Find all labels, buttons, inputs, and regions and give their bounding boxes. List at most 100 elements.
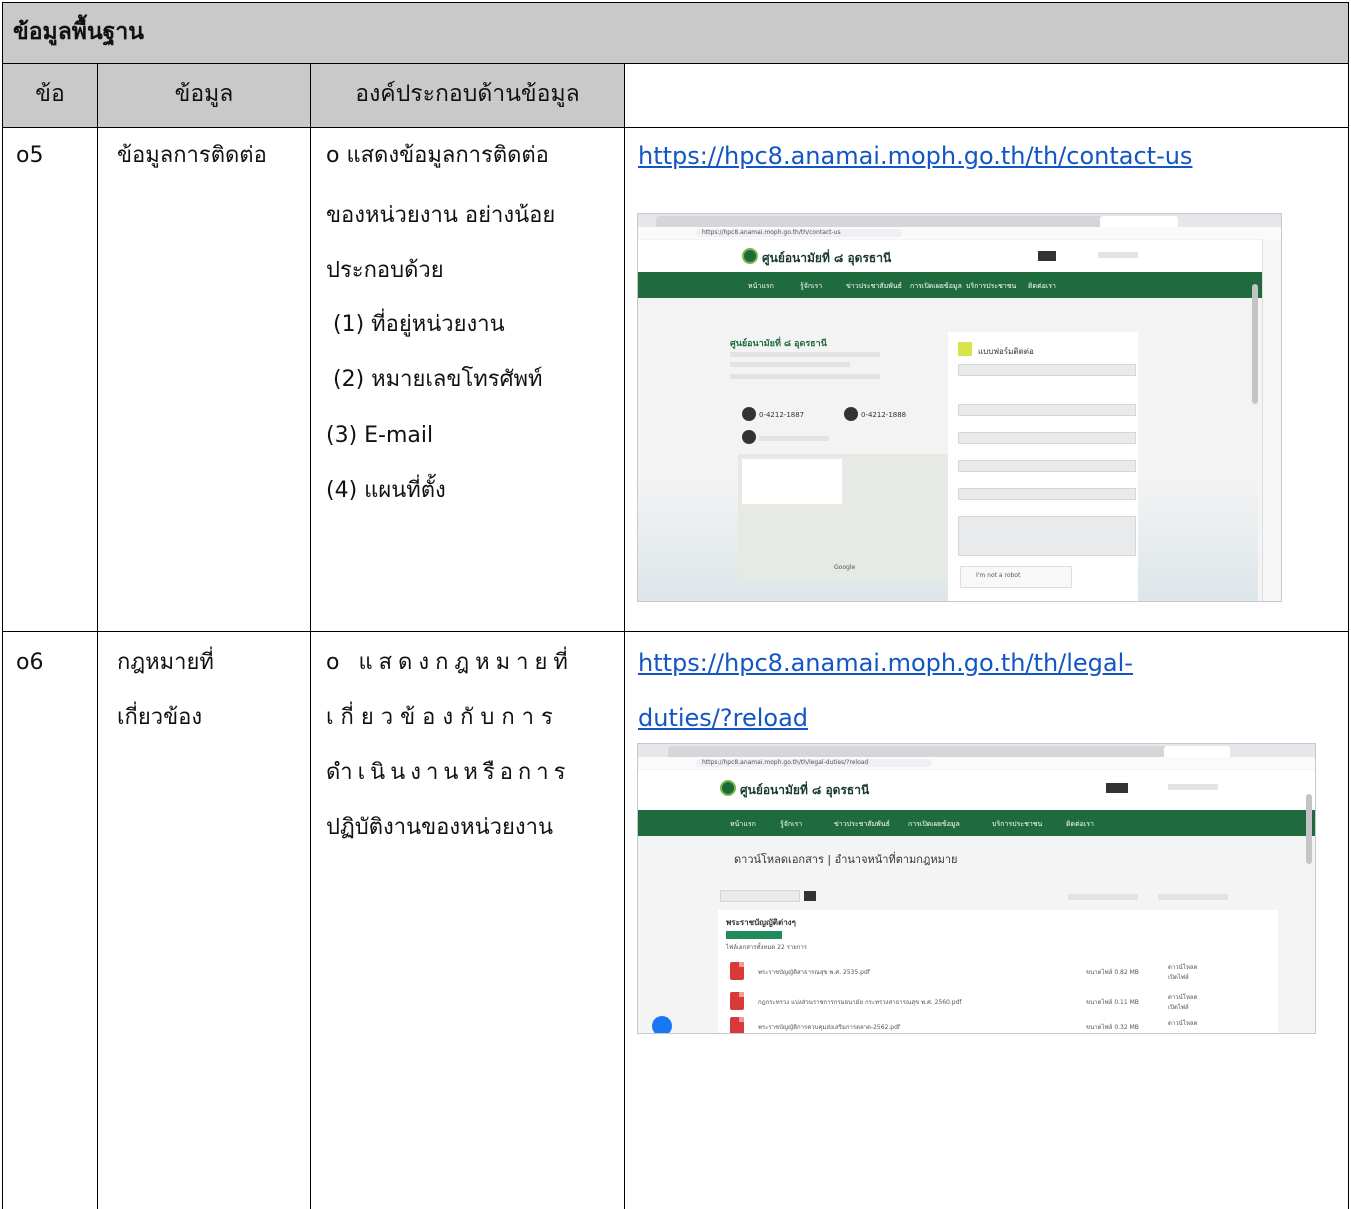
row-id: o5 (16, 143, 44, 168)
browser-tab-bar (638, 214, 1281, 227)
browser-tab (668, 746, 734, 757)
download-button[interactable]: ดาวน์โหลด (1168, 992, 1198, 1002)
row-detail-line: (3) E-mail (326, 423, 434, 448)
nav-item: การเปิดเผยข้อมูล (908, 820, 960, 828)
category-select[interactable] (1068, 894, 1138, 900)
browser-tab-active (1164, 746, 1230, 757)
file-size: ขนาดไฟล์ 0.82 MB (1086, 969, 1139, 976)
form-title: แบบฟอร์มติดต่อ (978, 347, 1034, 356)
site-header: ศูนย์อนามัยที่ ๘ อุดรธานี (638, 770, 1315, 810)
browser-tab (804, 216, 882, 227)
row-detail-line: o แสดงข้อมูลการติดต่อ (326, 143, 549, 168)
site-title: ศูนย์อนามัยที่ ๘ อุดรธานี (740, 783, 870, 797)
language-select (1098, 252, 1138, 258)
table-title: ข้อมูลพื้นฐาน (13, 19, 145, 45)
download-button[interactable]: ดาวน์โหลด (1168, 962, 1198, 972)
nav-item: รู้จักเรา (780, 820, 803, 828)
browser-tab (1102, 746, 1168, 757)
language-select (1168, 784, 1218, 790)
browser-tab (952, 216, 1030, 227)
nav-item: บริการประชาชน (966, 282, 1017, 290)
sort-select[interactable] (1158, 894, 1228, 900)
download-button[interactable]: ดาวน์โหลด (1168, 1018, 1198, 1028)
section-title: พระราชบัญญัติต่างๆ (726, 918, 796, 927)
rule (310, 63, 311, 1209)
nav-item: ติดต่อเรา (1066, 820, 1094, 828)
browser-tab (1040, 746, 1106, 757)
email-text (759, 436, 829, 441)
row-detail-line: (4) แผนที่ตั้ง (326, 478, 446, 503)
nav-item: หน้าแรก (748, 282, 774, 290)
row-detail-line: ของหน่วยงาน อย่างน้อย (326, 203, 556, 228)
col-header-info: ข้อมูล (174, 81, 234, 107)
browser-tab (878, 216, 956, 227)
row-detail-line: (1) ที่อยู่หน่วยงาน (326, 312, 505, 337)
form-message-field[interactable] (958, 516, 1136, 556)
browser-tab (1026, 216, 1104, 227)
browser-sidebar (1262, 239, 1281, 601)
form-select[interactable] (958, 364, 1136, 376)
legal-duties-link[interactable]: https://hpc8.anamai.moph.go.th/th/legal- (638, 645, 1133, 681)
view-button[interactable]: เปิดไฟล์ (1168, 972, 1189, 982)
nav-item: ข่าวประชาสัมพันธ์ (834, 820, 890, 828)
form-name-field[interactable] (958, 404, 1136, 416)
font-size-icon (1038, 251, 1056, 261)
search-input[interactable] (720, 890, 800, 902)
search-icon[interactable] (804, 891, 816, 901)
file-name[interactable]: กฎกระทรวง แบ่งส่วนราชการกรมอนามัย กระทรว… (758, 997, 961, 1007)
row-id: o6 (16, 650, 44, 675)
map-info-card (742, 459, 842, 504)
rule (2, 2, 3, 1209)
browser-tab (916, 746, 982, 757)
ministry-logo-icon (742, 248, 758, 264)
category-badge (726, 931, 782, 939)
file-name[interactable]: พระราชบัญญัติสาธารณสุข พ.ศ. 2535.pdf (758, 967, 870, 977)
form-email-field[interactable] (958, 488, 1136, 500)
contact-page-screenshot: https://hpc8.anamai.moph.go.th/th/contac… (637, 213, 1282, 602)
browser-tab (730, 746, 796, 757)
contact-us-link[interactable]: https://hpc8.anamai.moph.go.th/th/contac… (638, 138, 1192, 174)
url-text: https://hpc8.anamai.moph.go.th/th/legal-… (696, 759, 932, 767)
row-detail-line: เกี่ยวข้องกับการ (326, 705, 560, 730)
file-name[interactable]: พระราชบัญญัติการควบคุมส่งเสริมการตลาด-25… (758, 1022, 900, 1032)
pdf-icon (730, 992, 744, 1010)
col-header-component: องค์ประกอบด้านข้อมูล (355, 81, 580, 107)
view-button[interactable]: เปิดไฟล์ (1168, 1002, 1189, 1012)
site-nav: หน้าแรก รู้จักเรา ข่าวประชาสัมพันธ์ การเ… (638, 810, 1315, 836)
nav-item: รู้จักเรา (800, 282, 823, 290)
file-count: ไฟล์เอกสารทั้งหมด 22 รายการ (726, 944, 807, 951)
nav-item: การเปิดเผยข้อมูล (910, 282, 962, 290)
fax-number: 0-4212-1888 (861, 411, 907, 419)
rule (2, 2, 1349, 3)
scrollbar[interactable] (1306, 794, 1312, 864)
fax-icon (844, 407, 858, 421)
col-header-number: ข้อ (35, 81, 65, 107)
form-icon (958, 342, 972, 356)
form-phone-field[interactable] (958, 460, 1136, 472)
browser-tab-bar (638, 744, 1315, 757)
legal-duties-link[interactable]: duties/?reload (638, 700, 808, 736)
browser-url-bar: https://hpc8.anamai.moph.go.th/th/contac… (638, 227, 1281, 239)
rule (624, 63, 625, 1209)
pdf-icon (730, 962, 744, 980)
site-header: ศูนย์อนามัยที่ ๘ อุดรธานี (638, 240, 1281, 272)
phone-icon (742, 407, 756, 421)
row-name: เกี่ยวข้อง (117, 705, 203, 730)
browser-tab (656, 216, 734, 227)
browser-tab (792, 746, 858, 757)
row-name: ข้อมูลการติดต่อ (117, 143, 267, 168)
phone-number: 0-4212-1887 (759, 411, 805, 419)
messenger-icon[interactable] (652, 1016, 672, 1033)
nav-item: บริการประชาชน (992, 820, 1043, 828)
scrollbar[interactable] (1252, 284, 1258, 404)
browser-tab (730, 216, 808, 227)
font-size-icon (1106, 783, 1128, 793)
row-name: กฎหมายที่ (117, 650, 214, 675)
browser-url-bar: https://hpc8.anamai.moph.go.th/th/legal-… (638, 757, 1315, 769)
browser-tab (978, 746, 1044, 757)
form-surname-field[interactable] (958, 432, 1136, 444)
file-size: ขนาดไฟล์ 0.11 MB (1086, 999, 1139, 1006)
site-nav: หน้าแรก รู้จักเรา ข่าวประชาสัมพันธ์ การเ… (638, 272, 1281, 298)
row-detail-line: o แสดงกฎหมายที่ (326, 650, 574, 675)
nav-item: ข่าวประชาสัมพันธ์ (846, 282, 902, 290)
